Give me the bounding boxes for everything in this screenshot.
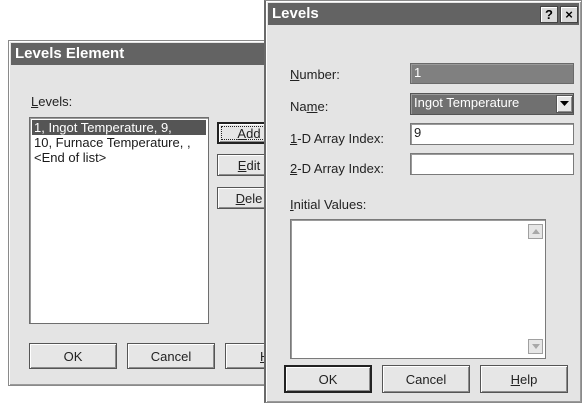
number-field: 1 [410,63,574,84]
array-2d-input[interactable] [410,153,574,175]
levels-element-titlebar: Levels Element [11,43,305,65]
list-item[interactable]: 10, Furnace Temperature, , [32,135,206,150]
name-label: Name: [290,99,329,114]
levels-dialog-title: Levels [272,5,319,22]
help-button[interactable]: Help [480,365,568,393]
ok-button[interactable]: OK [284,365,372,393]
levels-listbox[interactable]: 1, Ingot Temperature, 9, 10, Furnace Tem… [29,117,209,324]
levels-element-window: Levels Element Levels: 1, Ingot Temperat… [8,40,313,386]
levels-element-title: Levels Element [15,45,125,62]
initial-values-label: Initial Values: [290,197,367,212]
list-item[interactable]: <End of list> [32,150,206,165]
array-1d-input[interactable]: 9 [410,123,574,145]
name-dropdown[interactable]: Ingot Temperature [410,93,574,115]
number-label: Number: [290,67,340,82]
ok-button[interactable]: OK [29,343,117,369]
levels-dialog: Levels ? × Number: 1 Name: Ingot Tempera… [264,0,582,403]
list-item[interactable]: 1, Ingot Temperature, 9, [32,120,206,135]
close-icon[interactable]: × [560,6,578,23]
levels-dialog-titlebar: Levels ? × [268,3,579,25]
scroll-down-icon[interactable] [528,339,543,354]
levels-label: Levels: [31,94,73,109]
cancel-button[interactable]: Cancel [382,365,470,393]
initial-values-textarea[interactable] [290,219,546,359]
help-question-button[interactable]: ? [540,6,558,23]
array-2d-label: 2-D Array Index: [290,161,384,176]
chevron-down-icon[interactable] [556,95,573,113]
cancel-button[interactable]: Cancel [127,343,215,369]
array-1d-label: 1-D Array Index: [290,131,384,146]
scroll-up-icon[interactable] [528,224,543,239]
